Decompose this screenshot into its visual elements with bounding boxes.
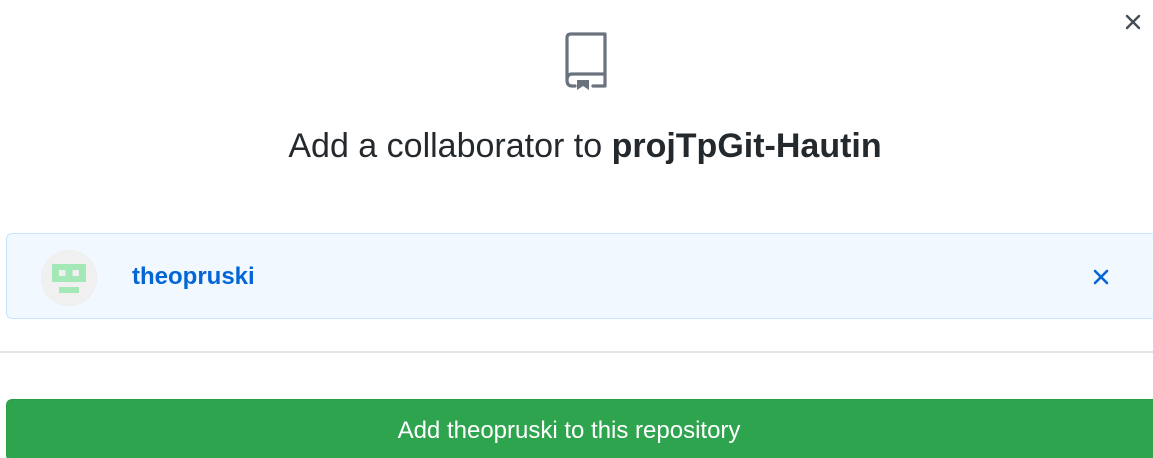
add-collaborator-dialog: Add a collaborator to projTpGit-Hautin t… — [0, 0, 1153, 458]
dialog-title-prefix: Add a collaborator to — [288, 127, 603, 165]
add-collaborator-button[interactable]: Add theopruski to this repository — [6, 399, 1153, 458]
avatar — [41, 250, 97, 306]
add-collaborator-button-label: Add theopruski to this repository — [397, 417, 741, 444]
close-dialog-button[interactable] — [1119, 8, 1147, 36]
close-icon — [1125, 14, 1141, 30]
divider — [0, 351, 1153, 353]
repo-icon — [565, 32, 607, 90]
identicon-icon — [41, 250, 97, 306]
repository-name: projTpGit-Hautin — [611, 127, 882, 165]
selected-collaborator: theopruski — [6, 233, 1153, 319]
collaborator-username[interactable]: theopruski — [132, 262, 255, 292]
close-icon — [1093, 269, 1109, 285]
remove-collaborator-button[interactable] — [1086, 262, 1116, 292]
dialog-title: Add a collaborator to projTpGit-Hautin — [0, 124, 1153, 168]
